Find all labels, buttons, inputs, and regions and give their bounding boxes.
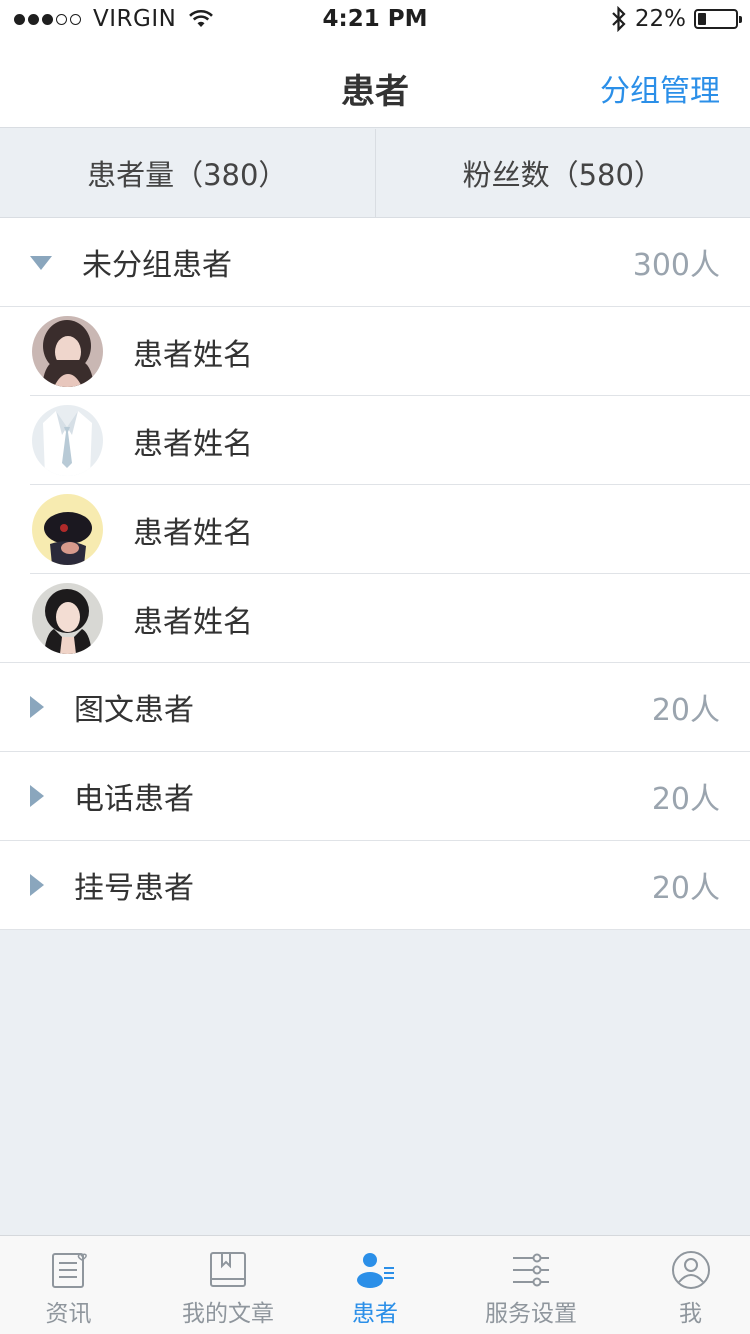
collapse-arrow-icon xyxy=(30,874,44,896)
patient-group-list: 未分组患者 300人 患者姓名 患者姓名 患者姓名 患者姓名 图文患者 20人 … xyxy=(0,218,750,930)
tab-label: 我的文章 xyxy=(182,1301,274,1327)
battery-icon xyxy=(694,9,742,29)
cap-avatar xyxy=(32,494,103,565)
tab-label: 我 xyxy=(679,1301,702,1327)
group-count: 300人 xyxy=(632,248,720,283)
tab-me[interactable]: 我 xyxy=(631,1236,750,1334)
tab-service-settings[interactable]: 服务设置 xyxy=(431,1236,631,1334)
group-count: 20人 xyxy=(651,782,720,817)
status-bar: VIRGIN 4:21 PM 22% xyxy=(0,0,750,40)
battery-percent: 22% xyxy=(634,6,686,32)
article-book-icon xyxy=(210,1252,246,1287)
patient-name: 患者姓名 xyxy=(133,604,253,640)
profile-icon xyxy=(671,1251,710,1289)
group-count: 20人 xyxy=(651,871,720,906)
patient-count-tab[interactable]: 患者量（380） xyxy=(0,129,375,217)
group-name: 挂号患者 xyxy=(74,871,194,906)
patient-row[interactable]: 患者姓名 xyxy=(0,396,750,485)
tab-patients[interactable]: 患者 xyxy=(319,1236,431,1334)
expand-arrow-icon xyxy=(30,256,52,270)
group-row-registration[interactable]: 挂号患者 20人 xyxy=(0,841,750,930)
group-row-ungrouped[interactable]: 未分组患者 300人 xyxy=(0,218,750,307)
tab-news[interactable]: 资讯 xyxy=(0,1236,137,1334)
patient-name: 患者姓名 xyxy=(133,426,253,462)
group-name: 电话患者 xyxy=(74,782,194,817)
tab-label: 患者 xyxy=(352,1301,398,1327)
patient-row[interactable]: 患者姓名 xyxy=(0,574,750,663)
group-row-graphic-text[interactable]: 图文患者 20人 xyxy=(0,663,750,752)
woman-portrait-avatar xyxy=(32,583,103,654)
settings-sliders-icon xyxy=(513,1253,549,1287)
group-name: 未分组患者 xyxy=(82,248,232,283)
group-name: 图文患者 xyxy=(74,693,194,728)
patient-row[interactable]: 患者姓名 xyxy=(0,307,750,396)
collapse-arrow-icon xyxy=(30,785,44,807)
status-right: 22% xyxy=(611,6,742,32)
patients-icon xyxy=(357,1253,394,1288)
group-count: 20人 xyxy=(651,693,720,728)
nav-bar: 患者 分组管理 xyxy=(0,40,750,128)
patient-name: 患者姓名 xyxy=(133,337,253,373)
patient-row[interactable]: 患者姓名 xyxy=(0,485,750,574)
patient-name: 患者姓名 xyxy=(133,515,253,551)
news-icon xyxy=(51,1253,87,1288)
tab-my-articles[interactable]: 我的文章 xyxy=(137,1236,319,1334)
group-manage-button[interactable]: 分组管理 xyxy=(600,66,720,110)
tab-label: 服务设置 xyxy=(485,1301,577,1327)
fans-count-tab[interactable]: 粉丝数（580） xyxy=(374,129,750,217)
bluetooth-icon xyxy=(612,6,626,32)
woman-long-hair-avatar xyxy=(32,316,103,387)
collapse-arrow-icon xyxy=(30,696,44,718)
group-row-phone[interactable]: 电话患者 20人 xyxy=(0,752,750,841)
stats-bar: 患者量（380） 粉丝数（580） xyxy=(0,129,750,218)
suit-avatar xyxy=(32,405,103,476)
tab-bar: 资讯 我的文章 患者 服务设置 我 xyxy=(0,1235,750,1334)
tab-label: 资讯 xyxy=(45,1301,92,1327)
